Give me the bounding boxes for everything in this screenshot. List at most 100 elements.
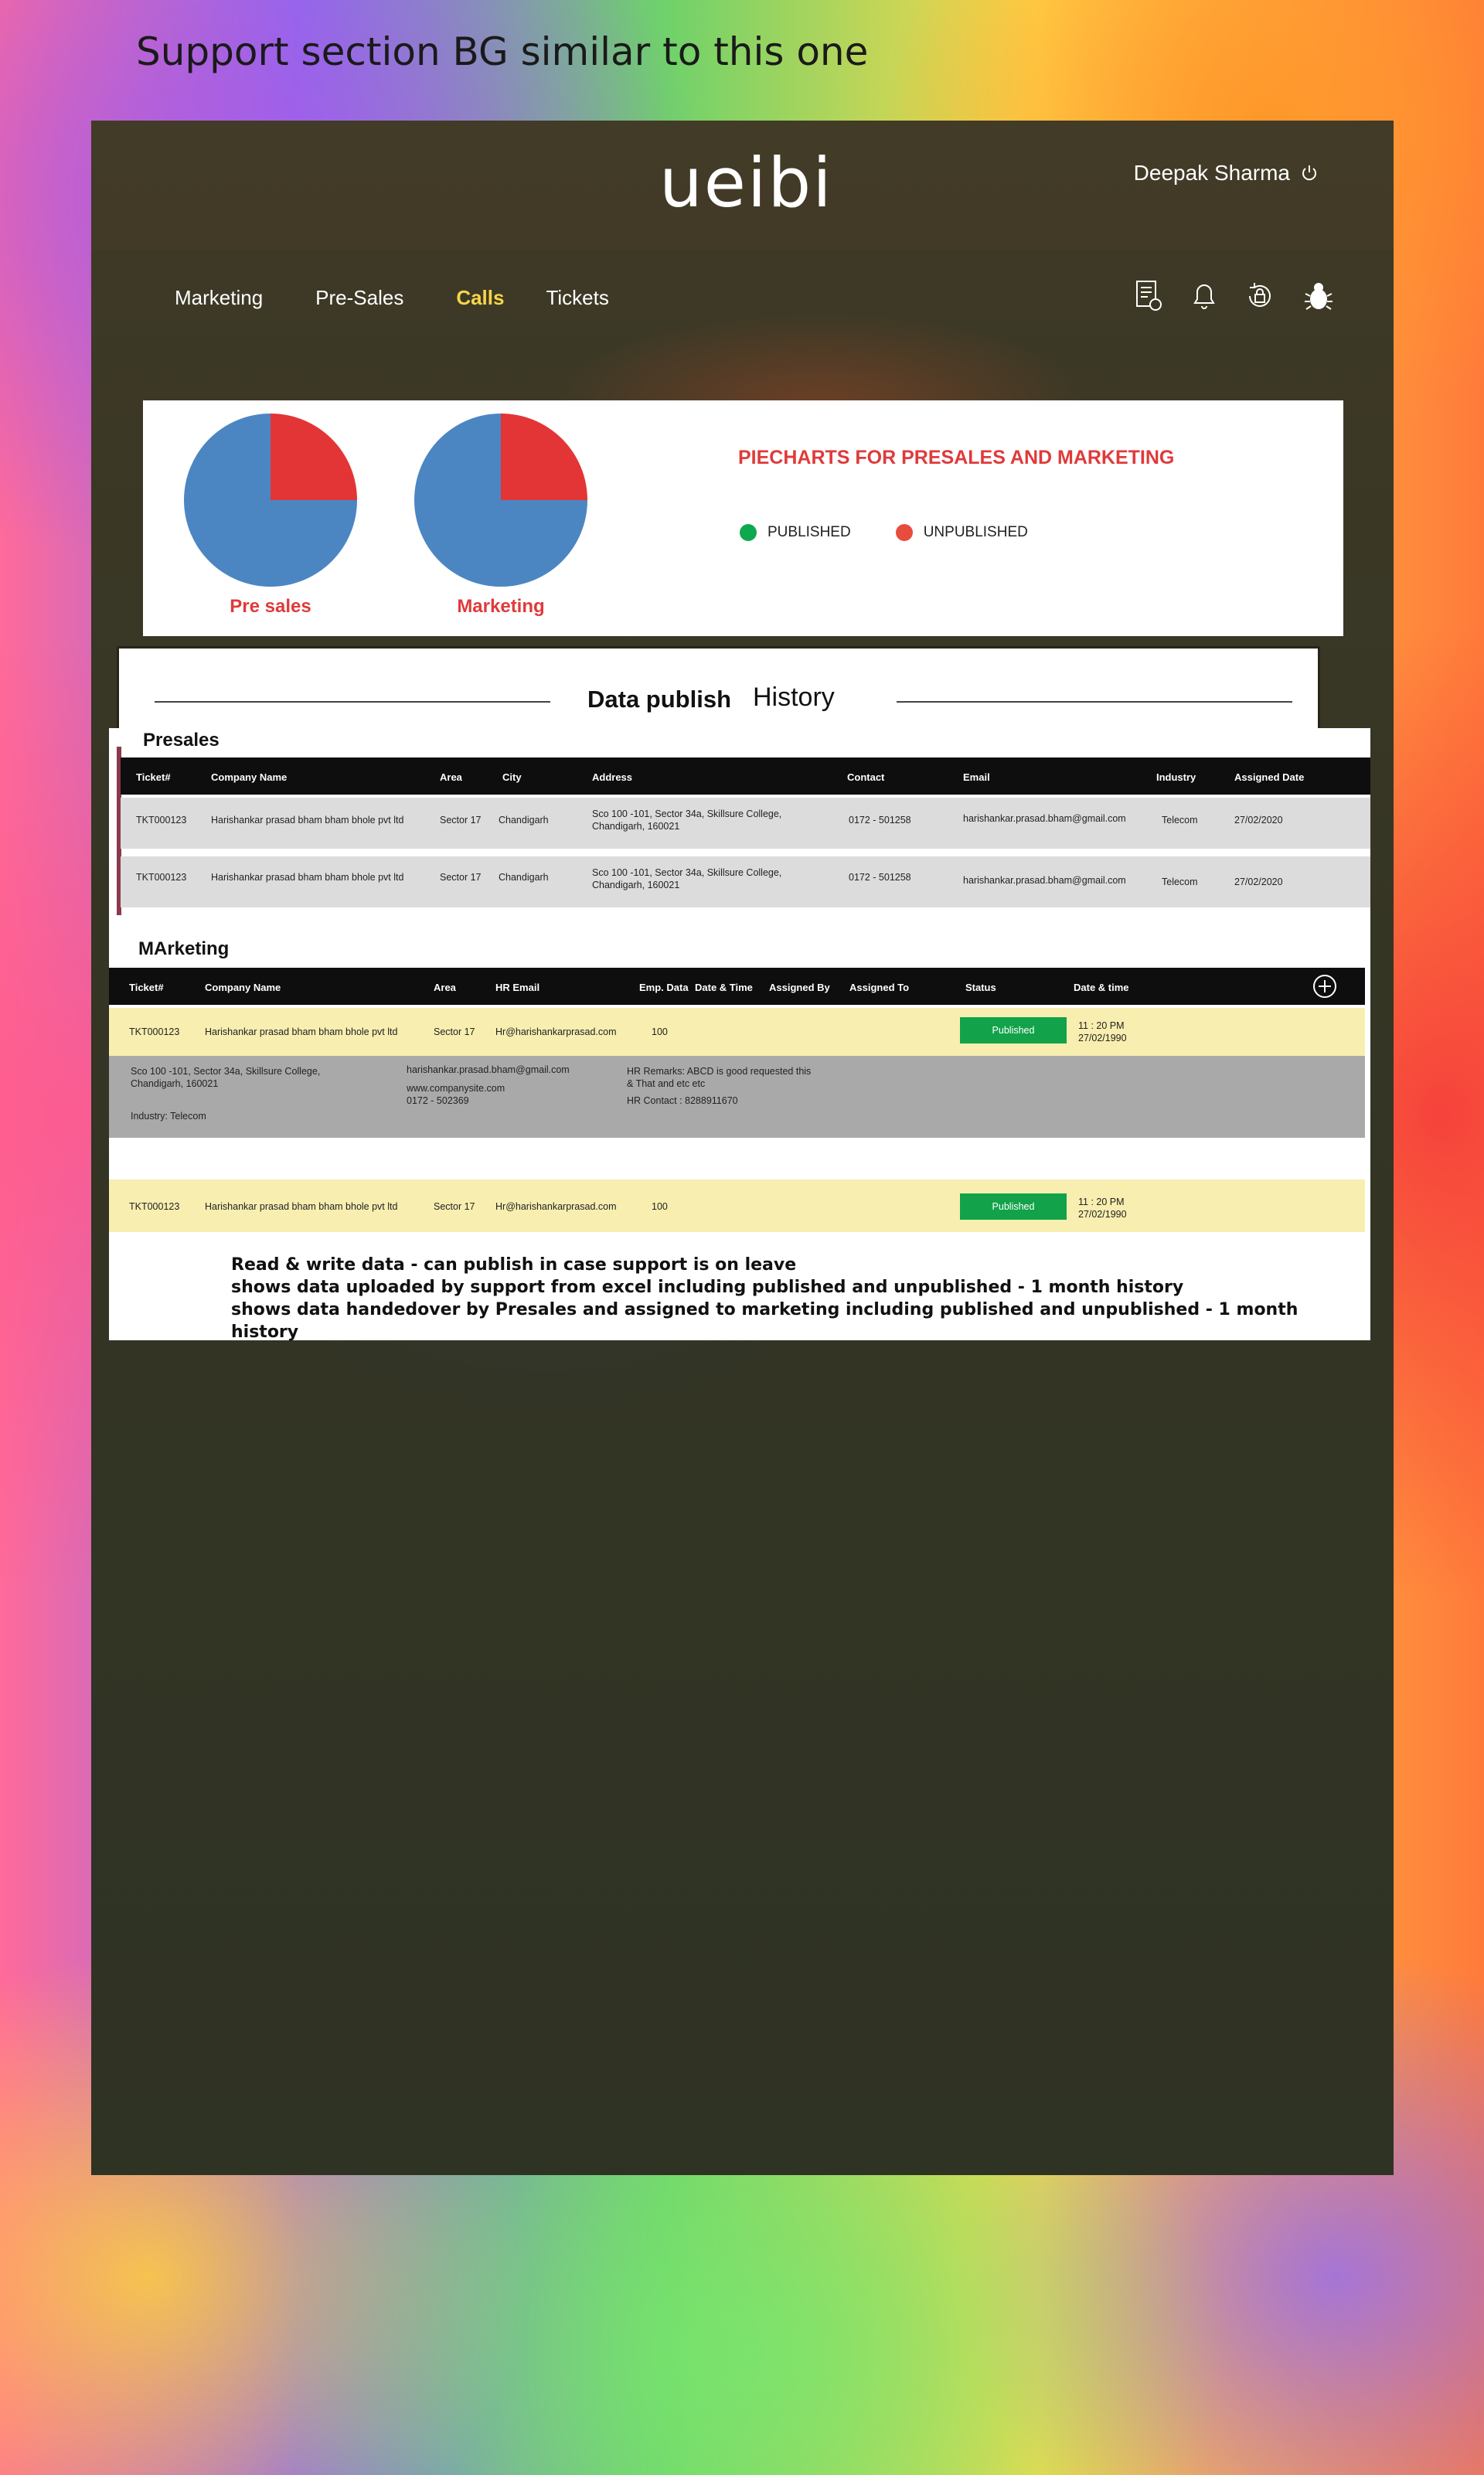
nav-calls[interactable]: Calls <box>456 286 504 310</box>
table-row[interactable]: TKT000123 Harishankar prasad bham bham b… <box>109 1008 1365 1056</box>
pie-presales-svg <box>184 414 357 587</box>
app-window: ueibi Deepak Sharma Marketing Pre-Sales … <box>91 121 1394 2175</box>
cell-area: Sector 17 <box>434 1026 475 1037</box>
logo[interactable]: ueibi <box>659 141 832 226</box>
report-icon[interactable] <box>1132 278 1165 314</box>
detail-address-line2: Chandigarh, 160021 <box>131 1078 219 1089</box>
row-detail-panel: Sco 100 -101, Sector 34a, Skillsure Coll… <box>109 1056 1365 1138</box>
cell-contact: 0172 - 501258 <box>849 872 911 883</box>
table-row[interactable]: TKT000123 Harishankar prasad bham bham b… <box>109 1180 1365 1232</box>
power-icon[interactable] <box>1299 163 1319 183</box>
cell-industry: Telecom <box>1162 815 1198 826</box>
cell-date: 27/02/1990 <box>1078 1033 1127 1043</box>
presales-table-header: Ticket# Company Name Area City Address C… <box>121 757 1370 795</box>
legend-unpublished: UNPUBLISHED <box>895 524 1028 541</box>
cell-area: Sector 17 <box>440 872 482 883</box>
pie-presales-unpublished-slice[interactable] <box>271 414 357 500</box>
top-bar: ueibi Deepak Sharma <box>91 121 1394 250</box>
add-icon[interactable] <box>1312 974 1337 999</box>
tab-history[interactable]: History <box>753 683 835 713</box>
detail-phone: 0172 - 502369 <box>407 1095 469 1106</box>
col-address[interactable]: Address <box>592 771 632 783</box>
col-industry[interactable]: Industry <box>1156 771 1196 783</box>
col-city[interactable]: City <box>502 771 522 783</box>
col-ticket[interactable]: Ticket# <box>129 982 164 993</box>
pie-presales-label: Pre sales <box>230 596 311 617</box>
cell-address-line1: Sco 100 -101, Sector 34a, Skillsure Coll… <box>592 867 782 878</box>
marketing-table-header: Ticket# Company Name Area HR Email Emp. … <box>109 968 1365 1005</box>
cell-city: Chandigarh <box>499 815 549 826</box>
divider-right <box>897 701 1292 703</box>
nav-icon-group <box>1132 278 1338 314</box>
data-publish-header: Data publish History <box>117 646 1320 736</box>
cell-area: Sector 17 <box>434 1201 475 1212</box>
cell-company: Harishankar prasad bham bham bhole pvt l… <box>205 1026 398 1037</box>
cell-hr-email: Hr@harishankarprasad.com <box>495 1201 617 1212</box>
nav-marketing[interactable]: Marketing <box>175 286 263 310</box>
col-assigned-to[interactable]: Assigned To <box>849 982 909 993</box>
published-status-button[interactable]: Published <box>960 1017 1067 1043</box>
col-ticket[interactable]: Ticket# <box>136 771 171 783</box>
lock-refresh-icon[interactable] <box>1244 278 1276 314</box>
pie-marketing-unpublished-slice[interactable] <box>501 414 587 500</box>
bell-icon[interactable] <box>1188 278 1220 314</box>
table-row[interactable]: TKT000123 Harishankar prasad bham bham b… <box>121 798 1370 849</box>
cell-address-line2: Chandigarh, 160021 <box>592 880 680 890</box>
data-publish-title: Data publish <box>587 686 732 713</box>
nav-tickets[interactable]: Tickets <box>546 286 608 310</box>
cell-ticket: TKT000123 <box>136 815 187 826</box>
pie-marketing: Marketing <box>414 413 588 618</box>
col-date-time-2[interactable]: Date & time <box>1074 982 1129 993</box>
user-name: Deepak Sharma <box>1133 161 1290 185</box>
detail-website[interactable]: www.companysite.com <box>407 1082 505 1095</box>
table-row[interactable]: TKT000123 Harishankar prasad bham bham b… <box>121 856 1370 907</box>
legend-published-label: PUBLISHED <box>768 524 851 540</box>
divider-left <box>155 701 550 703</box>
presales-section-label: Presales <box>143 730 220 751</box>
unpublished-dot <box>895 524 913 541</box>
user-menu[interactable]: Deepak Sharma <box>1134 161 1319 186</box>
legend-unpublished-label: UNPUBLISHED <box>923 524 1028 540</box>
col-company[interactable]: Company Name <box>211 771 287 783</box>
cell-ticket: TKT000123 <box>136 872 187 883</box>
cell-hr-email: Hr@harishankarprasad.com <box>495 1026 617 1037</box>
col-company[interactable]: Company Name <box>205 982 281 993</box>
cell-address-line2: Chandigarh, 160021 <box>592 821 680 832</box>
pie-marketing-svg <box>414 414 587 587</box>
col-area[interactable]: Area <box>434 982 456 993</box>
col-hr-email[interactable]: HR Email <box>495 982 539 993</box>
col-area[interactable]: Area <box>440 771 462 783</box>
cell-area: Sector 17 <box>440 815 482 826</box>
detail-hr-contact: HR Contact : 8288911670 <box>627 1095 738 1106</box>
cell-date: 27/02/2020 <box>1234 877 1283 887</box>
pie-legend: PUBLISHED UNPUBLISHED <box>740 524 1028 541</box>
legend-published: PUBLISHED <box>740 524 851 541</box>
marketing-section-label: MArketing <box>138 938 230 959</box>
published-dot <box>740 524 757 541</box>
pie-chart-card: Pre sales Marketing PIECHARTS FOR PRESAL… <box>143 400 1343 636</box>
col-assigned-date[interactable]: Assigned Date <box>1234 771 1304 783</box>
cell-emp-data: 100 <box>652 1201 668 1212</box>
cell-time: 11 : 20 PM <box>1078 1197 1125 1207</box>
col-status[interactable]: Status <box>965 982 996 993</box>
cell-date: 27/02/1990 <box>1078 1209 1127 1220</box>
col-date-time[interactable]: Date & Time <box>695 982 753 993</box>
cell-city: Chandigarh <box>499 872 549 883</box>
cell-ticket: TKT000123 <box>129 1201 180 1212</box>
cell-company: Harishankar prasad bham bham bhole pvt l… <box>211 815 404 826</box>
notes-block: Read & write data - can publish in case … <box>231 1254 1370 1343</box>
published-status-button[interactable]: Published <box>960 1193 1067 1220</box>
col-emp-data[interactable]: Emp. Data <box>639 982 689 993</box>
pie-section-title: PIECHARTS FOR PRESALES AND MARKETING <box>738 447 1175 468</box>
data-publish-content: Presales Ticket# Company Name Area City … <box>109 728 1370 1343</box>
cell-address-line1: Sco 100 -101, Sector 34a, Skillsure Coll… <box>592 809 782 819</box>
bug-icon[interactable] <box>1299 278 1338 314</box>
col-contact[interactable]: Contact <box>847 771 884 783</box>
cell-emp-data: 100 <box>652 1026 668 1037</box>
col-email[interactable]: Email <box>963 771 990 783</box>
cell-date: 27/02/2020 <box>1234 815 1283 826</box>
nav-pre-sales[interactable]: Pre-Sales <box>315 286 403 310</box>
cell-email: harishankar.prasad.bham@gmail.com <box>963 813 1126 824</box>
detail-email[interactable]: harishankar.prasad.bham@gmail.com <box>407 1064 570 1076</box>
col-assigned-by[interactable]: Assigned By <box>769 982 830 993</box>
